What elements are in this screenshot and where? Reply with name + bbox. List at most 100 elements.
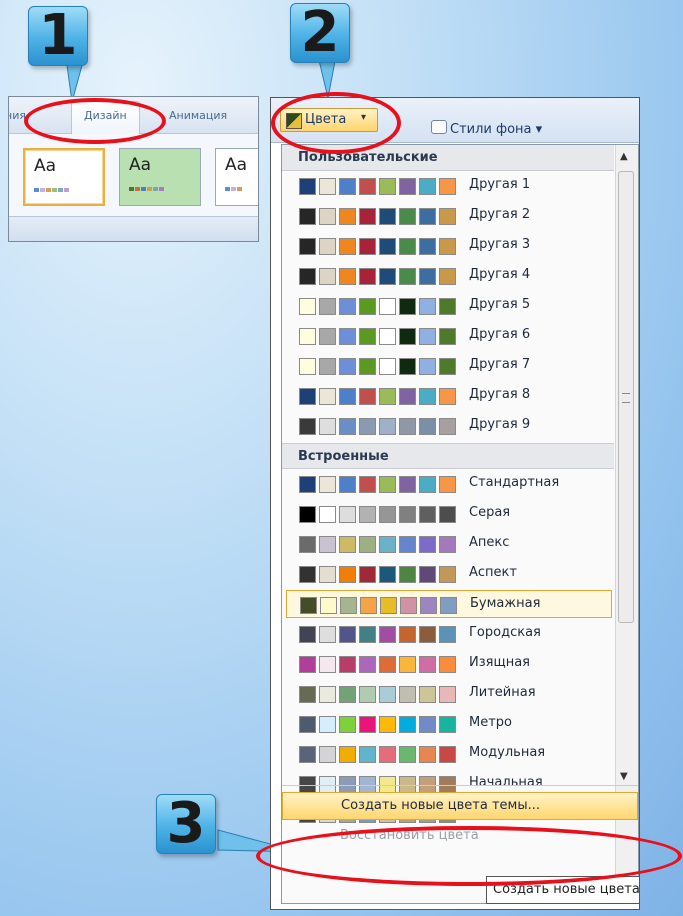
color-swatch (339, 716, 356, 733)
color-swatch (420, 597, 437, 614)
color-swatch (319, 536, 336, 553)
color-swatch (399, 566, 416, 583)
color-scheme-item[interactable]: Другая 5 (286, 292, 612, 320)
color-swatch (319, 656, 336, 673)
color-scheme-name: Метро (469, 715, 512, 730)
color-scheme-item[interactable]: Городская (286, 620, 612, 648)
color-scheme-item[interactable]: Метро (286, 710, 612, 738)
color-scheme-item[interactable]: Другая 1 (286, 172, 612, 200)
color-swatch (419, 358, 436, 375)
color-swatch (419, 686, 436, 703)
color-scheme-item[interactable]: Другая 2 (286, 202, 612, 230)
color-swatch (339, 686, 356, 703)
color-scheme-item[interactable]: Литейная (286, 680, 612, 708)
color-swatch (299, 388, 316, 405)
color-swatch (319, 268, 336, 285)
color-swatch (419, 746, 436, 763)
theme-thumbnail[interactable]: Aa (215, 148, 258, 206)
color-swatch (439, 536, 456, 553)
theme-color-dots (34, 188, 69, 192)
color-swatch (339, 298, 356, 315)
color-scheme-item[interactable]: Стандартная (286, 470, 612, 498)
resize-grip-icon[interactable]: ···· (452, 881, 470, 890)
color-swatch (299, 358, 316, 375)
color-swatch (439, 328, 456, 345)
color-swatch (319, 716, 336, 733)
color-swatch (439, 716, 456, 733)
grip-icon (622, 393, 630, 403)
color-scheme-item[interactable]: Другая 9 (286, 412, 612, 440)
color-swatch (299, 298, 316, 315)
color-scheme-item[interactable]: Другая 6 (286, 322, 612, 350)
color-scheme-name: Другая 5 (469, 297, 531, 312)
tab-slide-show[interactable]: ния (9, 109, 26, 122)
color-scheme-item[interactable]: Аспект (286, 560, 612, 588)
color-swatch (300, 597, 317, 614)
color-swatch (299, 716, 316, 733)
color-scheme-item[interactable]: Серая (286, 500, 612, 528)
colors-button[interactable]: Цвета ▾ (280, 108, 378, 132)
color-dot (135, 187, 140, 191)
color-swatch (339, 536, 356, 553)
background-styles-button[interactable]: Стили фона ▾ (431, 120, 542, 137)
color-swatch (359, 358, 376, 375)
color-swatch (319, 388, 336, 405)
color-scheme-item[interactable]: Другая 7 (286, 352, 612, 380)
paint-bucket-icon (431, 120, 447, 134)
color-swatch (359, 566, 376, 583)
color-swatch (299, 328, 316, 345)
color-swatch (339, 418, 356, 435)
color-scheme-name: Другая 8 (469, 387, 531, 402)
color-swatch (439, 388, 456, 405)
scroll-thumb[interactable] (618, 171, 634, 623)
scroll-up-arrow-icon[interactable]: ▲ (620, 151, 628, 162)
color-swatch (399, 298, 416, 315)
menu-separator (282, 785, 638, 786)
color-swatch (379, 656, 396, 673)
color-swatch (419, 298, 436, 315)
color-dot (153, 187, 158, 191)
color-scheme-item[interactable]: Апекс (286, 530, 612, 558)
color-scheme-item[interactable]: Модульная (286, 740, 612, 768)
color-scheme-item[interactable]: Другая 8 (286, 382, 612, 410)
color-swatch (399, 238, 416, 255)
color-swatch (399, 328, 416, 345)
design-tab-panel: ния Дизайн Анимация Aa Aa Aa (8, 96, 259, 242)
color-swatch (339, 656, 356, 673)
color-swatch (439, 418, 456, 435)
color-swatch (299, 656, 316, 673)
create-new-theme-colors-item[interactable]: Создать новые цвета темы... (282, 792, 638, 820)
color-scheme-item[interactable]: Бумажная (286, 590, 612, 618)
tab-animation[interactable]: Анимация (169, 109, 227, 122)
color-swatch (359, 506, 376, 523)
color-swatch (319, 178, 336, 195)
color-swatch (319, 298, 336, 315)
color-swatch (299, 476, 316, 493)
color-dot (129, 187, 134, 191)
color-swatch (439, 238, 456, 255)
color-swatch (359, 238, 376, 255)
color-swatch (419, 506, 436, 523)
theme-thumbnail[interactable]: Aa (23, 148, 105, 206)
color-swatch (339, 476, 356, 493)
scroll-down-arrow-icon[interactable]: ▼ (620, 771, 628, 782)
color-swatch (419, 178, 436, 195)
theme-thumbnail[interactable]: Aa (119, 148, 201, 206)
menu-scrollbar[interactable]: ▲ ▼ (615, 145, 638, 903)
color-swatch (419, 536, 436, 553)
color-scheme-item[interactable]: Другая 3 (286, 232, 612, 260)
colors-button-label: Цвета (305, 112, 347, 127)
ribbon-tab-bar: ния Дизайн Анимация (9, 97, 258, 134)
color-swatch (359, 418, 376, 435)
color-scheme-item[interactable]: Изящная (286, 650, 612, 678)
color-scheme-name: Бумажная (470, 596, 541, 611)
tab-design[interactable]: Дизайн (71, 101, 140, 134)
color-scheme-item[interactable]: Другая 4 (286, 262, 612, 290)
step-badge-3: 3 (156, 794, 216, 854)
color-swatch (359, 656, 376, 673)
color-swatch (439, 746, 456, 763)
color-scheme-name: Модульная (469, 745, 546, 760)
color-dot (64, 188, 69, 192)
color-swatch (379, 178, 396, 195)
color-swatch (319, 746, 336, 763)
